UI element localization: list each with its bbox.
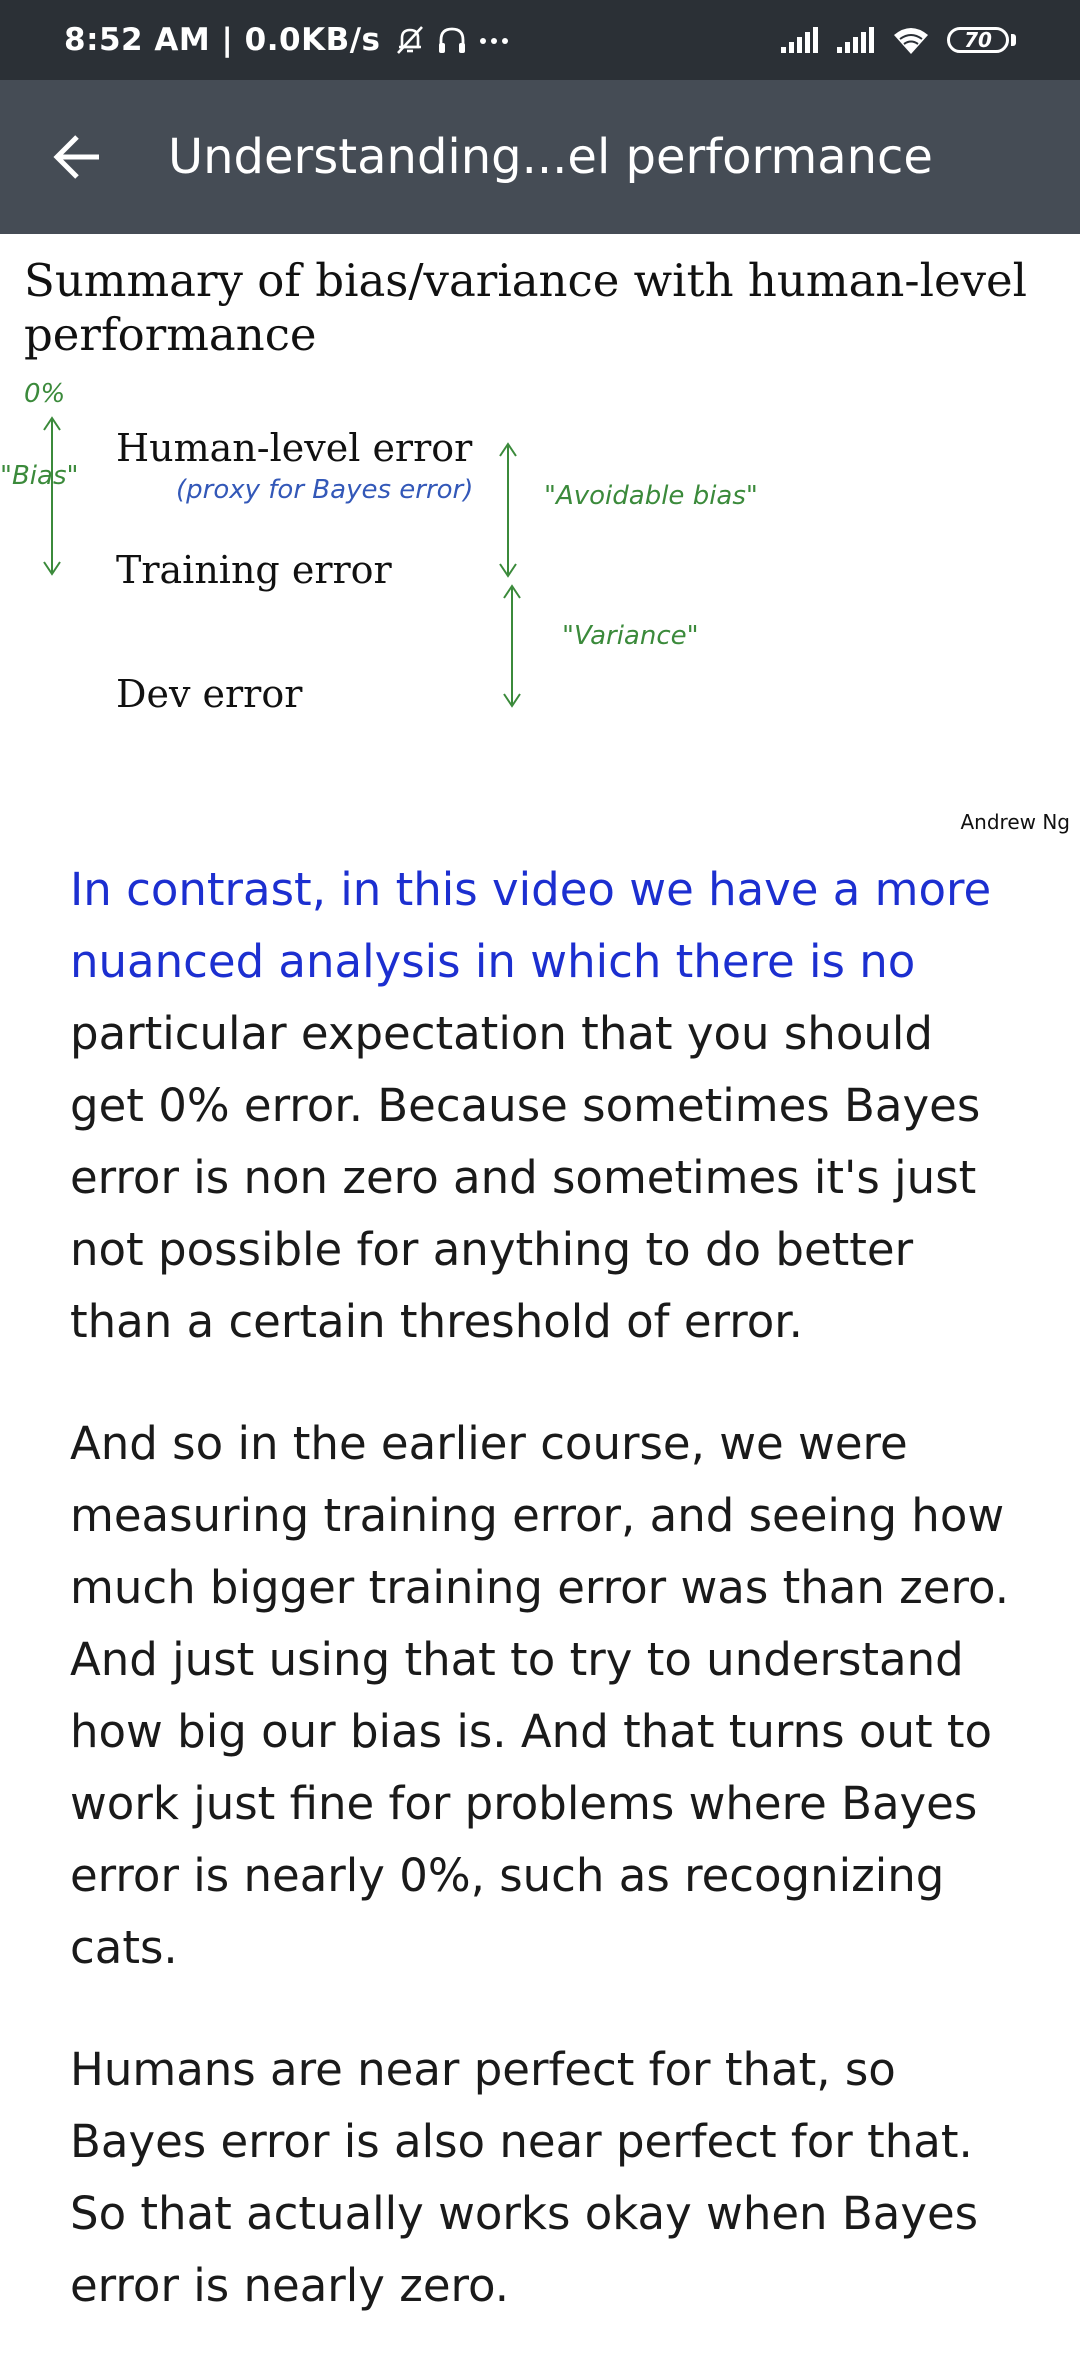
arrow-left-icon <box>53 135 99 179</box>
mute-bell-icon <box>396 26 423 54</box>
headphones-icon <box>438 27 465 53</box>
avoidable-bias-note: "Avoidable bias" <box>544 481 758 511</box>
battery-icon: 70 <box>947 27 1016 53</box>
signal-icon-2 <box>837 27 874 53</box>
transcript: In contrast, in this video we have a mor… <box>70 854 1010 2372</box>
transcript-sentence[interactable]: particular expectation that you should g… <box>70 1007 980 1348</box>
bias-note: "Bias" <box>0 461 78 491</box>
status-notification-icons <box>393 23 511 57</box>
transcript-paragraph[interactable]: Humans are near perfect for that, so Bay… <box>70 2034 1010 2322</box>
transcript-paragraph: In contrast, in this video we have a mor… <box>70 854 1010 1358</box>
battery-level: 70 <box>947 27 1009 53</box>
more-notifications-icon <box>479 38 508 44</box>
signal-icon <box>781 27 818 53</box>
status-system-icons: 70 <box>779 24 1016 56</box>
lecture-slide: Summary of bias/variance with human-leve… <box>0 234 1080 844</box>
transcript-current-sentence[interactable]: In contrast, in this video we have a mor… <box>70 863 991 988</box>
page-title: Understanding...el performance <box>168 129 933 185</box>
wifi-icon <box>894 28 928 54</box>
variance-note: "Variance" <box>562 621 699 651</box>
status-time: 8:52 AM | 0.0KB/s <box>64 22 381 58</box>
back-button[interactable] <box>32 112 122 202</box>
proxy-bayes-note: (proxy for Bayes error) <box>176 475 473 505</box>
slide-credit: Andrew Ng <box>960 810 1070 834</box>
handwritten-annotations: 0% "Bias" (proxy for Bayes error) "Avoid… <box>0 379 758 708</box>
zero-percent-note: 0% <box>24 379 65 409</box>
status-bar: 8:52 AM | 0.0KB/s 70 <box>0 0 1080 80</box>
transcript-paragraph[interactable]: And so in the earlier course, we were me… <box>70 1408 1010 1984</box>
app-bar: Understanding...el performance <box>0 80 1080 234</box>
